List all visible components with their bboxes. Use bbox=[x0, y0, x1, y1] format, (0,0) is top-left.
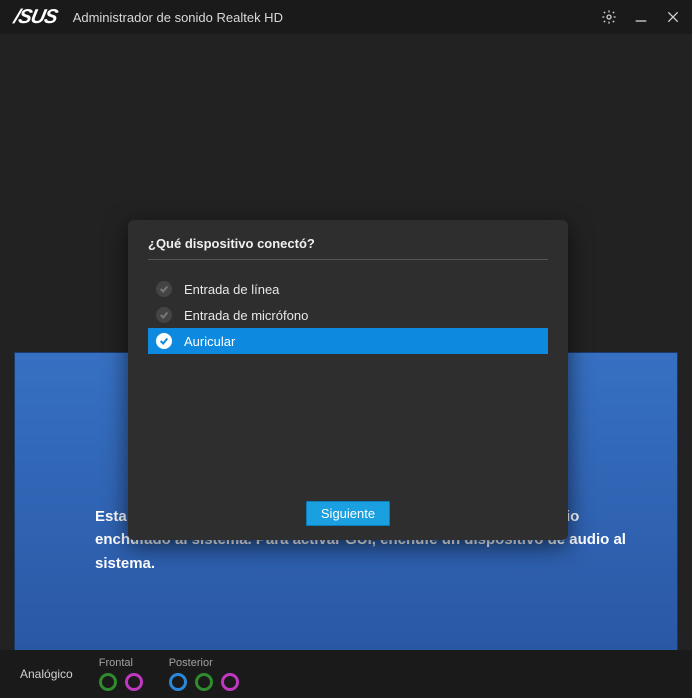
close-icon[interactable] bbox=[664, 8, 682, 26]
jack-rear-1[interactable] bbox=[169, 673, 187, 691]
main-area: Esta página está desactivada ya que no h… bbox=[0, 34, 692, 650]
rear-group: Posterior bbox=[169, 657, 239, 691]
dialog-title: ¿Qué dispositivo conectó? bbox=[148, 236, 548, 260]
check-icon bbox=[156, 281, 172, 297]
rear-label: Posterior bbox=[169, 657, 239, 669]
front-label: Frontal bbox=[99, 657, 143, 669]
jack-rear-2[interactable] bbox=[195, 673, 213, 691]
jack-front-1[interactable] bbox=[99, 673, 117, 691]
option-headphone[interactable]: Auricular bbox=[148, 328, 548, 354]
titlebar: /SUS Administrador de sonido Realtek HD bbox=[0, 0, 692, 34]
jack-rear-3[interactable] bbox=[221, 673, 239, 691]
front-group: Frontal bbox=[99, 657, 143, 691]
check-icon bbox=[156, 333, 172, 349]
window-controls bbox=[600, 8, 682, 26]
option-label: Entrada de micrófono bbox=[184, 308, 308, 323]
front-jacks bbox=[99, 673, 143, 691]
option-label: Auricular bbox=[184, 334, 235, 349]
option-mic-in[interactable]: Entrada de micrófono bbox=[148, 302, 548, 328]
next-button[interactable]: Siguiente bbox=[306, 501, 390, 526]
asus-logo: /SUS bbox=[12, 6, 60, 29]
jack-front-2[interactable] bbox=[125, 673, 143, 691]
minimize-icon[interactable] bbox=[632, 8, 650, 26]
device-dialog: ¿Qué dispositivo conectó? Entrada de lín… bbox=[128, 220, 568, 540]
option-list: Entrada de línea Entrada de micrófono Au… bbox=[148, 276, 548, 495]
rear-jacks bbox=[169, 673, 239, 691]
connector-bar: Analógico Frontal Posterior bbox=[0, 650, 692, 698]
check-icon bbox=[156, 307, 172, 323]
window-title: Administrador de sonido Realtek HD bbox=[73, 10, 600, 25]
option-label: Entrada de línea bbox=[184, 282, 279, 297]
settings-icon[interactable] bbox=[600, 8, 618, 26]
dialog-footer: Siguiente bbox=[148, 495, 548, 526]
analog-label: Analógico bbox=[20, 667, 73, 681]
option-line-in[interactable]: Entrada de línea bbox=[148, 276, 548, 302]
